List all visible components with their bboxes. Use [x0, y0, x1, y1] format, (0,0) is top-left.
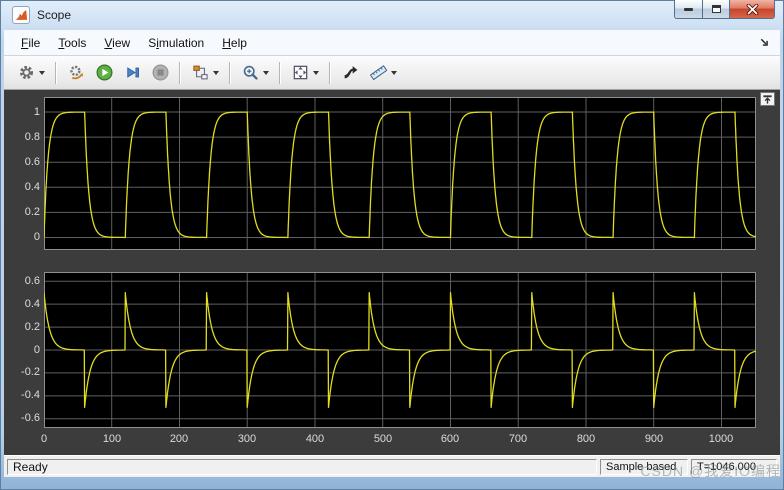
menu-item-simulation[interactable]: Simulation: [139, 32, 213, 54]
dock-scope-button[interactable]: [756, 36, 772, 50]
play-icon: [94, 63, 114, 83]
status-bar: Ready Sample based T=1046.000: [4, 455, 780, 477]
dropdown-caret-icon[interactable]: [263, 70, 269, 75]
bottom-axes[interactable]: [43, 272, 757, 428]
step-forward-icon: [122, 63, 142, 83]
y-axis-tick-label: 0.6: [24, 275, 40, 287]
top-axes[interactable]: [43, 97, 757, 250]
layout-icon: [190, 63, 210, 83]
gear-icon: [16, 63, 36, 83]
maximize-button[interactable]: [703, 0, 730, 19]
menu-item-view[interactable]: View: [95, 32, 139, 54]
maximize-icon: [711, 5, 721, 13]
dropdown-caret-icon[interactable]: [39, 70, 45, 75]
x-axis-tick-label: 600: [440, 433, 460, 445]
x-axis-tick-label: 800: [576, 433, 596, 445]
minimize-icon: [684, 7, 693, 11]
parameters-button[interactable]: [13, 60, 49, 86]
y-axis-tick-label: 0.2: [24, 206, 40, 218]
x-axis-tick-label: 1000: [708, 433, 734, 445]
trigger-button[interactable]: [337, 60, 363, 86]
y-axis-tick-label: 0.2: [24, 321, 40, 333]
maximize-axes-icon: [763, 94, 772, 104]
trigger-arrow-icon: [340, 63, 360, 83]
magnifier-icon: [240, 63, 260, 83]
y-axis-tick-label: -0.2: [21, 366, 40, 378]
maximize-axes-button[interactable]: [760, 92, 775, 106]
x-axis-tick-label: 300: [237, 433, 257, 445]
scope-window: Scope File Tools View Simulation Help 0 …: [0, 0, 784, 490]
x-axis-tick-label: 400: [305, 433, 325, 445]
x-axis-tick-label: 200: [169, 433, 189, 445]
dropdown-caret-icon[interactable]: [391, 70, 397, 75]
x-axis-tick-label: 0: [40, 433, 48, 445]
layout-button[interactable]: [187, 60, 223, 86]
dropdown-caret-icon[interactable]: [313, 70, 319, 75]
autoscale-button[interactable]: [287, 60, 323, 86]
y-axis-tick-label: -0.4: [21, 389, 40, 401]
menu-item-help[interactable]: Help: [213, 32, 256, 54]
y-axis-tick-label: 0: [33, 231, 40, 243]
close-button[interactable]: [730, 0, 775, 19]
close-icon: [746, 3, 758, 15]
matlab-logo-icon: [12, 6, 30, 24]
autoscale-icon: [290, 63, 310, 83]
y-axis-tick-label: 0.4: [24, 181, 40, 193]
toolbar-separator: [279, 61, 281, 84]
menu-bar: File Tools View Simulation Help: [4, 30, 780, 56]
menu-item-file[interactable]: File: [12, 32, 49, 54]
stop-button[interactable]: [147, 60, 173, 86]
toolbar-separator: [179, 61, 181, 84]
toolbar-separator: [329, 61, 331, 84]
x-axis-tick-label: 900: [644, 433, 664, 445]
x-axis-tick-label: 500: [373, 433, 393, 445]
run-button[interactable]: [91, 60, 117, 86]
zoom-button[interactable]: [237, 60, 273, 86]
menu-item-tools[interactable]: Tools: [49, 32, 95, 54]
title-bar[interactable]: Scope: [0, 0, 784, 30]
toolbar: [4, 56, 780, 90]
gear-arrow-icon: [66, 63, 86, 83]
y-axis-tick-label: 0.4: [24, 298, 40, 310]
x-axis-tick-label: 700: [508, 433, 528, 445]
highlight-block-button[interactable]: [63, 60, 89, 86]
simulation-time-indicator: T=1046.000: [691, 458, 777, 475]
status-message: Ready: [7, 458, 597, 475]
dock-arrow-icon: [760, 38, 768, 46]
y-axis-tick-label: 0.6: [24, 156, 40, 168]
ruler-icon: [368, 63, 388, 83]
sample-mode-indicator: Sample based: [600, 458, 688, 475]
y-axis-tick-label: 0.8: [24, 131, 40, 143]
stop-icon: [150, 63, 170, 83]
toolbar-separator: [55, 61, 57, 84]
window-title: Scope: [37, 8, 72, 22]
toolbar-separator: [229, 61, 231, 84]
y-axis-tick-label: 1: [33, 106, 40, 118]
step-forward-button[interactable]: [119, 60, 145, 86]
minimize-button[interactable]: [674, 0, 703, 19]
y-axis-tick-label: 0: [33, 344, 40, 356]
x-axis-tick-label: 100: [102, 433, 122, 445]
dropdown-caret-icon[interactable]: [213, 70, 219, 75]
measurements-button[interactable]: [365, 60, 401, 86]
scope-canvas: 0 0.2 0.4 0.6 0.8 1 -0.6 -0.4 -0.2 0 0.2 0.4 0.6 0 100…: [4, 90, 780, 455]
y-axis-tick-label: -0.6: [21, 412, 40, 424]
